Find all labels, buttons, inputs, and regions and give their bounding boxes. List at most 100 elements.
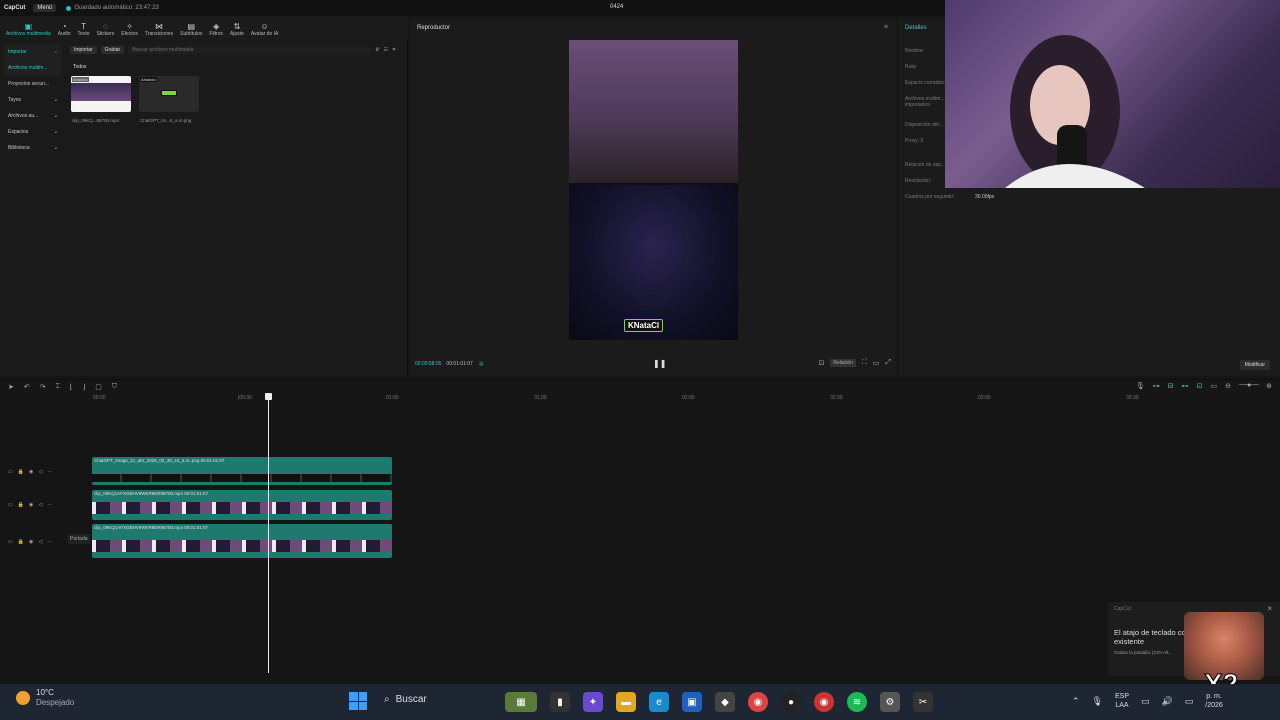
language-indicator[interactable]: ESP LAA	[1115, 692, 1129, 710]
pause-button[interactable]: ❚❚	[653, 359, 666, 368]
marker-icon[interactable]: ⛉	[112, 383, 117, 391]
more-icon[interactable]: ⋯	[47, 539, 52, 545]
video-track-clip[interactable]: clip_09KQ1AFXGBHV9WKR8ER8870tt.mp4 00:01…	[92, 490, 392, 520]
media-thumbnail-image[interactable]: Añadido	[139, 76, 199, 112]
battery-icon[interactable]: ▭	[1185, 696, 1194, 707]
snap-icon[interactable]: ⊟	[1168, 382, 1174, 390]
delete-icon[interactable]: ▢	[95, 383, 102, 391]
audio-icon[interactable]: ◁	[38, 469, 42, 475]
image-track-clip[interactable]: ChatGPT_Image_21_abr_2026_02_39_43_a.m..…	[92, 457, 392, 485]
audio-icon[interactable]: ◁	[38, 539, 42, 545]
split-left-icon[interactable]: ⌊	[70, 383, 73, 391]
sidebar-item-subprojects[interactable]: Proyectos secun...	[4, 76, 62, 92]
visibility-icon[interactable]: ◉	[29, 469, 33, 475]
tool-text[interactable]: T Texto	[76, 22, 92, 40]
lock-icon[interactable]: 🔒	[18, 539, 24, 545]
edge-icon[interactable]: e	[649, 692, 669, 712]
menu-icon[interactable]: ≡	[884, 24, 888, 31]
redo-icon[interactable]: ↷	[40, 383, 46, 391]
sidebar-item-library[interactable]: Biblioteca ⌄	[4, 140, 62, 156]
cover-button[interactable]: Portada	[68, 534, 90, 544]
tool-audio[interactable]: ◔ Audio	[56, 22, 73, 40]
clock[interactable]: p. m. /2026	[1205, 692, 1223, 710]
sidebar-item-import[interactable]: Importar ⌄	[4, 44, 62, 60]
all-filter-label[interactable]: Todos	[73, 64, 86, 70]
capcut-icon[interactable]: ✂	[913, 692, 933, 712]
magnet-icon[interactable]: ⊷	[1182, 382, 1189, 390]
lock-icon[interactable]: 🔒	[18, 502, 24, 508]
filter-icon[interactable]: ⏷	[392, 47, 396, 53]
tool-filters[interactable]: ◈ Filtros	[207, 22, 225, 40]
playhead[interactable]	[265, 393, 272, 673]
tool-media[interactable]: ▣ Archivos multimedia	[4, 22, 53, 40]
select-tool-icon[interactable]: ➤	[8, 383, 14, 391]
more-icon[interactable]: ⋯	[47, 502, 52, 508]
windows-start-icon[interactable]	[349, 692, 367, 710]
menu-button[interactable]: Menú	[33, 4, 57, 12]
timeline-ruler[interactable]: 00:00 |00:30 01:00 01:30 02:00 02:30 03:…	[68, 393, 1280, 403]
store-icon[interactable]: ▣	[682, 692, 702, 712]
chrome-profile-icon[interactable]: ◉	[814, 692, 834, 712]
link-icon[interactable]: ⊶	[1153, 382, 1160, 390]
audio-icon[interactable]: ◁	[38, 502, 42, 508]
clip-filmstrip	[92, 502, 392, 514]
caption-icon[interactable]: ▭	[1211, 382, 1218, 390]
undo-icon[interactable]: ↶	[24, 383, 30, 391]
sidebar-item-spaces[interactable]: Espacios ⌄	[4, 124, 62, 140]
tool-subtitles[interactable]: ▤ Subtítulos	[178, 22, 204, 40]
taskbar-search[interactable]: ⌕ Buscar	[384, 694, 427, 705]
close-icon[interactable]: ×	[1267, 604, 1272, 613]
chrome-icon[interactable]: ◉	[748, 692, 768, 712]
record-button[interactable]: Grabar	[100, 45, 125, 54]
visibility-icon[interactable]: ◉	[29, 539, 33, 545]
video-preview[interactable]: KNataCl	[569, 40, 738, 340]
modify-button[interactable]: Modificar	[1239, 360, 1270, 370]
split-right-icon[interactable]: ⌋	[83, 383, 86, 391]
split-icon[interactable]: ⌶	[56, 383, 60, 391]
media-thumbnail-video[interactable]: Añadido	[71, 76, 131, 112]
chevron-up-icon[interactable]: ⌃	[1072, 696, 1080, 707]
crop-icon[interactable]: ⊡	[819, 359, 825, 367]
weather-widget[interactable]: 10°C Despejado	[16, 688, 74, 707]
timeline-area[interactable]: ▭ 🔒 ◉ ◁ ⋯ ▭ 🔒 ◉ ◁ ⋯ ▭ 🔒 ◉ ◁ ⋯ Portada ChatGPT_Image_…	[0, 403, 1280, 675]
tool-transitions[interactable]: ⋈ Transiciones	[143, 22, 175, 40]
tool-effects[interactable]: ✧ Efectos	[119, 22, 140, 40]
task-view-icon[interactable]: ▮	[550, 692, 570, 712]
mic-icon[interactable]: 🎙	[1136, 382, 1145, 390]
visibility-icon[interactable]: ◉	[29, 502, 33, 508]
sidebar-item-audio-files[interactable]: Archivos au... ⌄	[4, 108, 62, 124]
view-grid-icon[interactable]: ☷	[384, 47, 388, 53]
media-search-input[interactable]: Buscar archivos multimedia	[128, 45, 372, 54]
mic-icon[interactable]: 🎙	[1092, 696, 1103, 707]
ratio-button[interactable]: Relación	[830, 359, 856, 367]
sort-icon[interactable]: ⇵	[375, 47, 379, 53]
folder-icon[interactable]: ▬	[616, 692, 636, 712]
snapshot-icon[interactable]: ⛶	[862, 359, 867, 367]
settings-icon[interactable]: ⚙	[880, 692, 900, 712]
zoom-slider[interactable]: ──●──	[1239, 382, 1259, 390]
tool-stickers[interactable]: ◌ Stickers	[95, 22, 117, 40]
transitions-icon: ⋈	[155, 22, 164, 31]
preview-axis-icon[interactable]: ⊡	[1197, 382, 1203, 390]
app-icon[interactable]: ●	[781, 692, 801, 712]
main-track-clip[interactable]: clip_09KQ1AFXGBHV9WKR8ER8870tt.mp4 00:01…	[92, 524, 392, 558]
volume-icon[interactable]: 🔊	[1162, 696, 1173, 707]
sidebar-item-media[interactable]: Archivos multim...	[4, 60, 62, 76]
sidebar-item-tayos[interactable]: Tayos ⌄	[4, 92, 62, 108]
tool-adjust[interactable]: ⇅ Ajuste	[228, 22, 246, 40]
zoom-in-icon[interactable]: ⊕	[1266, 382, 1272, 390]
obs-icon[interactable]: ◆	[715, 692, 735, 712]
network-icon[interactable]: ▭	[1141, 696, 1150, 707]
quality-icon[interactable]: ▭	[873, 359, 880, 367]
import-button[interactable]: Importar	[70, 45, 97, 54]
grid-icon[interactable]: ▦	[479, 361, 484, 367]
zoom-out-icon[interactable]: ⊖	[1225, 382, 1231, 390]
fullscreen-icon[interactable]: ⤢	[885, 359, 891, 367]
lock-icon[interactable]: 🔒	[18, 469, 24, 475]
spotify-icon[interactable]: ≋	[847, 692, 867, 712]
more-icon[interactable]: ⋯	[47, 469, 52, 475]
playhead-handle[interactable]	[265, 393, 272, 400]
tool-avatar[interactable]: ☺ Avatar de IA	[249, 22, 280, 40]
widget-icon[interactable]: ▦	[505, 692, 537, 712]
copilot-icon[interactable]: ✦	[583, 692, 603, 712]
